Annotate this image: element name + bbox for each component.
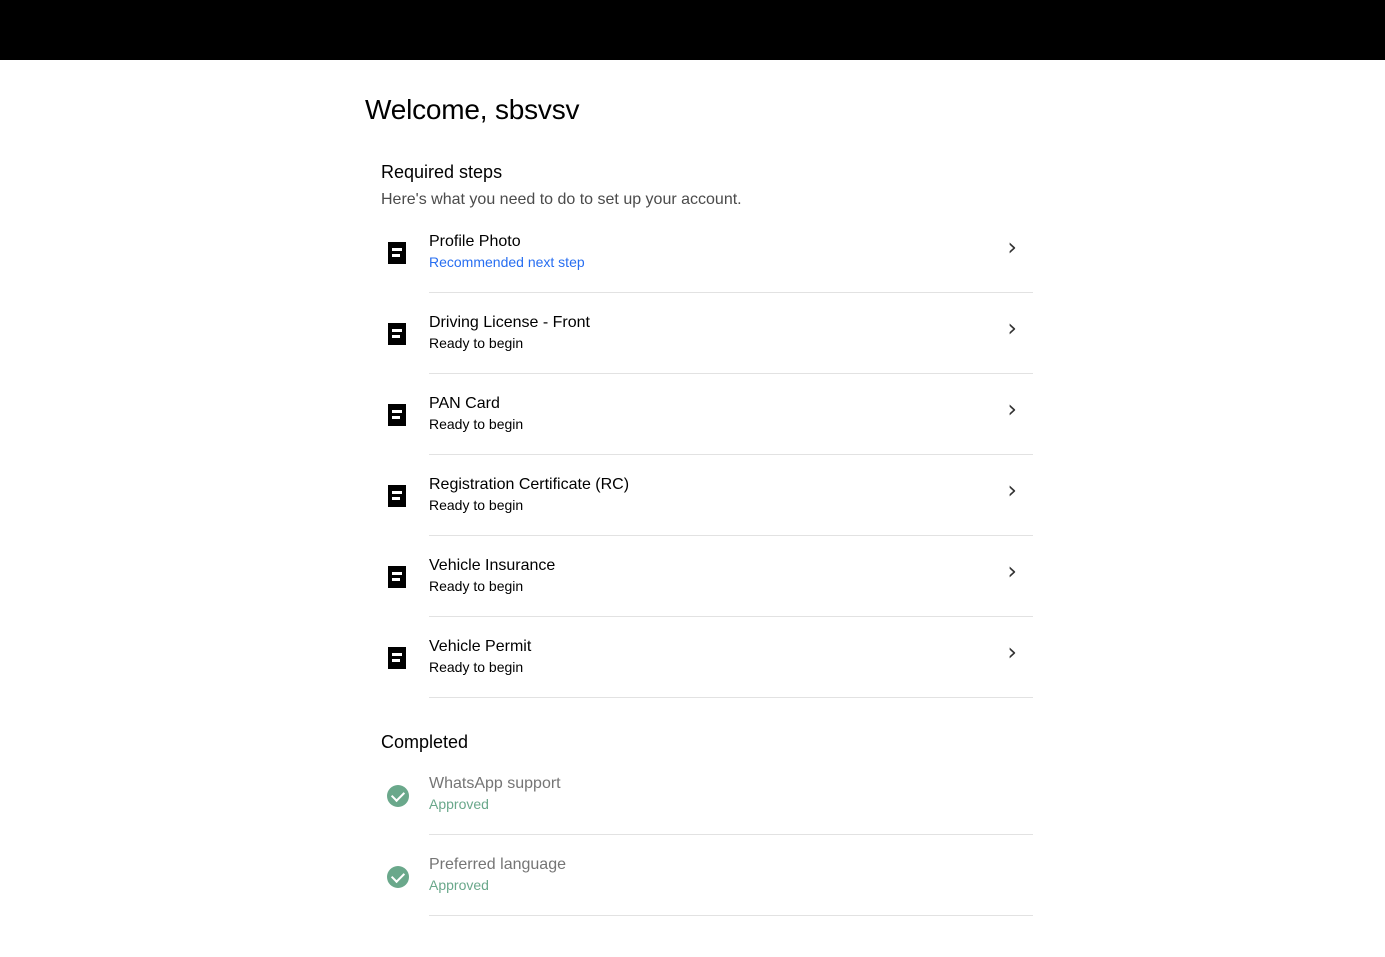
step-vehicle-permit[interactable]: Vehicle Permit Ready to begin ›: [381, 637, 1033, 718]
step-label: Vehicle Permit: [429, 638, 532, 655]
document-icon: [387, 242, 407, 264]
step-status: Ready to begin: [429, 416, 524, 432]
step-status: Ready to begin: [429, 335, 524, 351]
step-vehicle-insurance[interactable]: Vehicle Insurance Ready to begin ›: [381, 556, 1033, 637]
document-icon: [387, 404, 407, 426]
step-registration-certificate[interactable]: Registration Certificate (RC) Ready to b…: [381, 475, 1033, 556]
step-label: Profile Photo: [429, 233, 521, 250]
step-status: Ready to begin: [429, 659, 524, 675]
divider: [429, 697, 1033, 698]
chevron-right-icon: ›: [1007, 476, 1017, 504]
divider: [429, 454, 1033, 455]
chevron-right-icon: ›: [1007, 395, 1017, 423]
required-steps-description: Here's what you need to do to set up you…: [381, 191, 742, 208]
divider: [429, 535, 1033, 536]
step-label: WhatsApp support: [429, 775, 561, 792]
step-label: Registration Certificate (RC): [429, 476, 630, 493]
step-label: Vehicle Insurance: [429, 557, 556, 574]
step-label: Preferred language: [429, 856, 566, 873]
required-steps-heading: Required steps: [381, 162, 503, 182]
divider: [429, 915, 1033, 916]
step-status: Ready to begin: [429, 497, 524, 513]
top-bar: [0, 0, 1385, 60]
step-status: Approved: [429, 877, 489, 893]
step-status: Recommended next step: [429, 254, 585, 270]
check-circle-icon: [387, 865, 409, 888]
document-icon: [387, 647, 407, 669]
step-whatsapp-support: WhatsApp support Approved: [381, 774, 1033, 855]
step-preferred-language: Preferred language Approved: [381, 855, 1033, 936]
divider: [429, 834, 1033, 835]
step-label: Driving License - Front: [429, 314, 590, 331]
divider: [429, 616, 1033, 617]
document-icon: [387, 323, 407, 345]
chevron-right-icon: ›: [1007, 557, 1017, 585]
chevron-right-icon: ›: [1007, 638, 1017, 666]
step-status: Approved: [429, 796, 489, 812]
step-pan-card[interactable]: PAN Card Ready to begin ›: [381, 394, 1033, 475]
document-icon: [387, 566, 407, 588]
check-circle-icon: [387, 784, 409, 807]
chevron-right-icon: ›: [1007, 233, 1017, 261]
step-label: PAN Card: [429, 395, 500, 412]
divider: [429, 373, 1033, 374]
step-profile-photo[interactable]: Profile Photo Recommended next step ›: [381, 232, 1033, 313]
step-driving-license-front[interactable]: Driving License - Front Ready to begin ›: [381, 313, 1033, 394]
completed-heading: Completed: [381, 732, 469, 752]
document-icon: [387, 485, 407, 507]
step-status: Ready to begin: [429, 578, 524, 594]
chevron-right-icon: ›: [1007, 314, 1017, 342]
page-title: Welcome, sbsvsv: [365, 94, 580, 125]
divider: [429, 292, 1033, 293]
